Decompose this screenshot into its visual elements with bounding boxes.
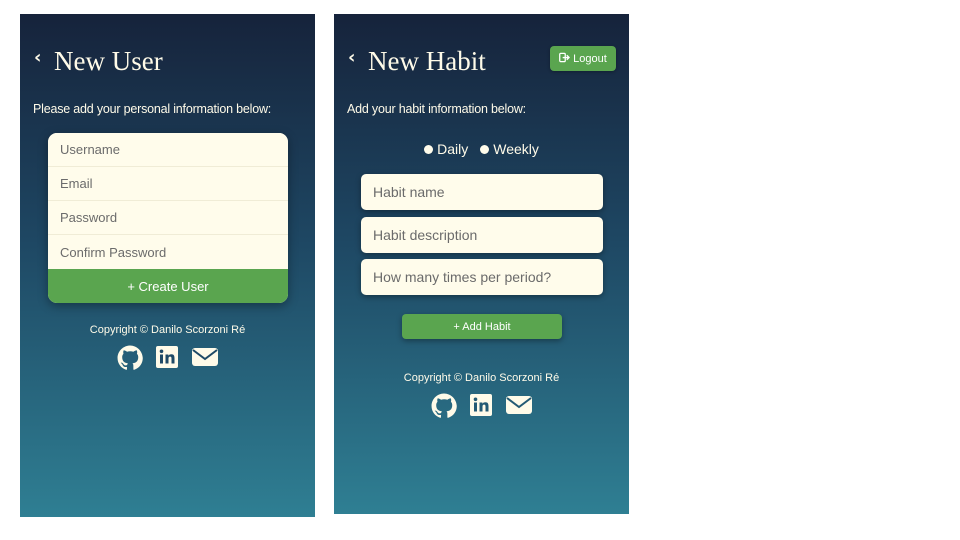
social-links (20, 345, 315, 376)
radio-dot (480, 144, 490, 154)
password-input[interactable] (48, 201, 288, 235)
confirm-password-input[interactable] (48, 235, 288, 269)
email-icon[interactable] (191, 345, 219, 376)
habit-times-input[interactable] (361, 259, 603, 295)
new-user-header: ‹ New User (34, 46, 163, 77)
chevron-left-icon[interactable]: ‹ (348, 47, 362, 68)
weekly-label: Weekly (493, 141, 539, 157)
page-title: New User (54, 46, 163, 76)
footer: Copyright © Danilo Scorzoni Ré (20, 324, 315, 376)
habit-description-input[interactable] (361, 217, 603, 253)
new-habit-header: ‹ New Habit (348, 46, 486, 77)
social-links (334, 393, 629, 424)
daily-label: Daily (437, 141, 469, 157)
copyright-text: Copyright © Danilo Scorzoni Ré (403, 372, 560, 384)
github-icon[interactable] (117, 345, 143, 376)
instructions-text: Add your habit information below: (347, 102, 526, 116)
new-habit-screen: ‹ New Habit Logout Add your habit inform… (334, 14, 629, 514)
copyright-text: Copyright © Danilo Scorzoni Ré (89, 324, 246, 336)
logout-button[interactable]: Logout (550, 46, 616, 71)
github-icon[interactable] (431, 393, 457, 424)
radio-dot (424, 144, 434, 154)
habit-name-input[interactable] (361, 174, 603, 210)
linkedin-icon[interactable] (155, 345, 179, 376)
new-user-screen: ‹ New User Please add your personal info… (20, 14, 315, 517)
username-input[interactable] (48, 133, 288, 167)
email-input[interactable] (48, 167, 288, 201)
footer: Copyright © Danilo Scorzoni Ré (334, 372, 629, 424)
page-title: New Habit (368, 46, 486, 76)
new-user-form: + Create User (48, 133, 288, 303)
instructions-text: Please add your personal information bel… (33, 102, 272, 116)
create-user-button[interactable]: + Create User (48, 269, 288, 303)
add-habit-button[interactable]: + Add Habit (402, 314, 562, 339)
chevron-left-icon[interactable]: ‹ (34, 47, 48, 68)
daily-radio[interactable]: Daily (424, 141, 468, 157)
logout-icon (559, 52, 571, 66)
logout-label: Logout (573, 52, 607, 65)
email-icon[interactable] (505, 393, 533, 424)
linkedin-icon[interactable] (469, 393, 493, 424)
period-radio-group: Daily Weekly (334, 141, 629, 157)
weekly-radio[interactable]: Weekly (480, 141, 539, 157)
